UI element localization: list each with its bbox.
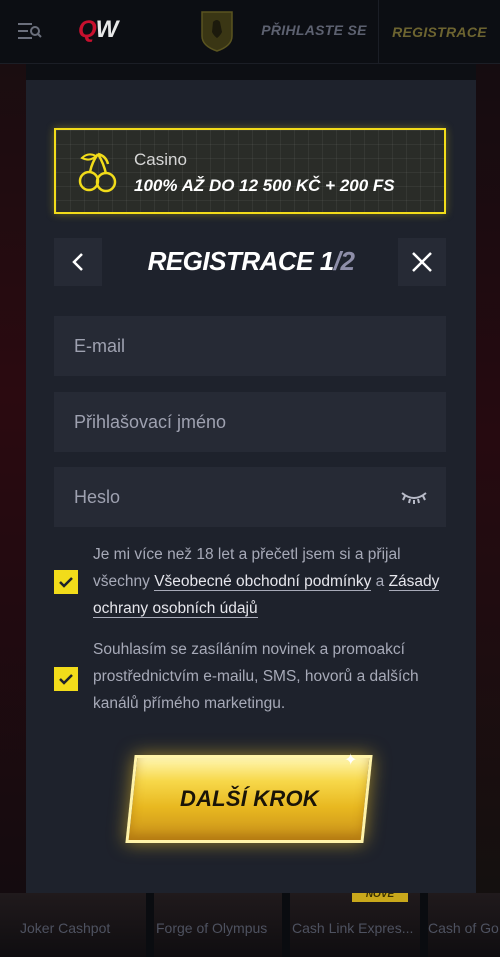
sparkle-icon: ✦ <box>344 752 358 769</box>
username-field[interactable] <box>54 392 446 452</box>
casino-promo-banner[interactable]: Casino 100% AŽ DO 12 500 KČ + 200 FS <box>54 128 446 214</box>
total-steps: 2 <box>340 246 355 276</box>
game-title: Forge of Olympus <box>156 920 268 936</box>
promo-offer: 100% AŽ DO 12 500 KČ + 200 FS <box>134 176 395 195</box>
game-title: Joker Cashpot <box>20 920 111 936</box>
marketing-consent: Souhlasím se zasíláním novinek a promoak… <box>93 641 419 712</box>
checkmark-icon <box>59 577 73 588</box>
promo-category: Casino <box>134 150 187 169</box>
menu-search-icon[interactable] <box>18 20 42 42</box>
brand-logo[interactable]: QW <box>78 16 118 44</box>
back-button[interactable] <box>54 238 102 286</box>
game-title: Cash of Go <box>428 920 499 936</box>
background-left <box>0 64 26 894</box>
background-right <box>476 64 500 894</box>
checkmark-icon <box>59 674 73 685</box>
email-input[interactable] <box>74 335 374 357</box>
age-terms-consent: Je mi více než 18 let a přečetl jsem si … <box>93 546 440 618</box>
next-step-button[interactable]: DALŠÍ KROK <box>125 755 373 843</box>
eye-closed-icon[interactable] <box>400 487 428 507</box>
terms-link[interactable]: Všeobecné obchodní podmínky <box>154 573 372 591</box>
username-input[interactable] <box>74 411 374 433</box>
marketing-checkbox[interactable] <box>54 667 78 691</box>
age-terms-checkbox[interactable] <box>54 570 78 594</box>
close-button[interactable] <box>398 238 446 286</box>
email-field[interactable] <box>54 316 446 376</box>
ferrari-shield-icon <box>201 11 233 52</box>
registration-modal: Casino 100% AŽ DO 12 500 KČ + 200 FS REG… <box>26 80 476 893</box>
password-input[interactable] <box>74 486 374 508</box>
register-link[interactable]: REGISTRACE <box>378 0 500 64</box>
close-icon <box>412 252 432 272</box>
cherry-icon <box>78 152 117 193</box>
password-field[interactable] <box>54 467 446 527</box>
current-step: 1 <box>319 246 334 276</box>
next-step-label: DALŠÍ KROK <box>179 786 319 811</box>
game-title: Cash Link Expres... <box>292 920 414 936</box>
chevron-left-icon <box>72 253 83 271</box>
login-link[interactable]: PŘIHLASTE SE <box>258 22 370 38</box>
registration-title: REGISTRACE 1/2 <box>147 246 355 276</box>
top-navigation: QW PŘIHLASTE SE REGISTRACE <box>0 0 500 64</box>
